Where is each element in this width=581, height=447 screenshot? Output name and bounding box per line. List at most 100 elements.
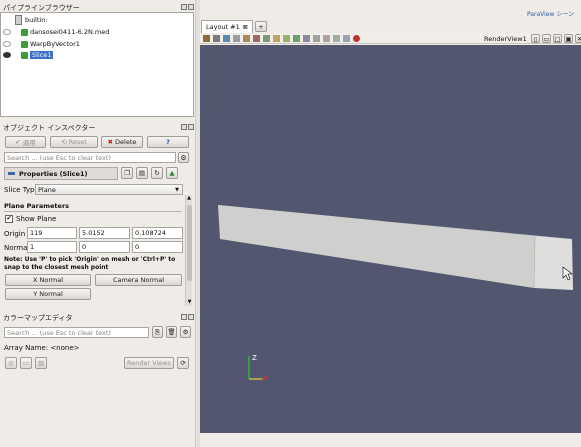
rescale-custom-icon[interactable]: ▭	[20, 357, 32, 369]
render-view[interactable]: Z	[200, 45, 581, 433]
colormap-title-text: カラーマップエディタ	[3, 314, 73, 322]
render-view-name-text: RenderView1	[484, 35, 527, 43]
save-icon[interactable]: ⎘	[152, 326, 163, 338]
pipeline-tree[interactable]: builtin: dansosei0411-6.2N.med WarpByVec…	[0, 12, 194, 117]
view-z-icon[interactable]	[253, 35, 260, 42]
tab-layout-1[interactable]: Layout #1 ⊠	[201, 20, 253, 33]
zoom-box-icon[interactable]	[223, 35, 230, 42]
render-views-button[interactable]: Render Views	[124, 357, 174, 369]
origin-z-input[interactable]: 0.108724	[132, 227, 183, 239]
float-dock-button[interactable]	[181, 314, 187, 320]
filter-icon	[21, 51, 28, 59]
clear-selection-icon[interactable]	[353, 35, 360, 42]
auto-update-icon[interactable]: ⟳	[177, 357, 189, 369]
normal-y-input[interactable]: 0	[79, 241, 130, 253]
select-frustum-icon[interactable]	[293, 35, 300, 42]
slice-end-face	[534, 236, 573, 290]
inspector-search-input[interactable]: Search ... (use Esc to clear text)	[4, 152, 176, 163]
camera-normal-button[interactable]: Camera Normal	[95, 274, 182, 286]
slice-type-select[interactable]: Plane ▼	[35, 184, 183, 195]
restore-icon[interactable]: ▣	[564, 34, 573, 43]
eye-closed-icon[interactable]	[3, 41, 11, 47]
close-dock-button[interactable]	[188, 4, 194, 10]
delete-icon: ✖	[107, 138, 114, 146]
tree-item-med[interactable]: dansosei0411-6.2N.med	[3, 27, 109, 37]
checkbox-checked-icon[interactable]: ✔	[5, 215, 13, 223]
zoom-data-icon[interactable]	[213, 35, 220, 42]
apply-button[interactable]: ✔ 適用	[5, 136, 46, 148]
split-horizontal-icon[interactable]: ▯	[531, 34, 540, 43]
eye-open-icon[interactable]	[3, 52, 11, 58]
normal-y-value: 0	[82, 243, 87, 251]
grow-selection-icon[interactable]	[333, 35, 340, 42]
paste-icon[interactable]: ▤	[136, 167, 148, 179]
origin-x-value: 119	[30, 229, 43, 237]
reset-camera-icon[interactable]	[203, 35, 210, 42]
tree-item-builtin[interactable]: builtin:	[15, 15, 48, 25]
pick-note: Note: Use 'P' to pick 'Origin' on mesh o…	[4, 256, 182, 272]
render-view-toolbar: RenderView1 ▯ ▭ □ ▣ ✕	[200, 33, 581, 44]
interactive-select-icon[interactable]	[313, 35, 320, 42]
origin-y-input[interactable]: 5.0152	[79, 227, 130, 239]
scrollbar-thumb[interactable]	[187, 205, 192, 281]
reset-icon: ⟲	[61, 138, 67, 146]
close-view-icon[interactable]: ✕	[575, 34, 581, 43]
view-x-icon[interactable]	[233, 35, 240, 42]
close-tab-icon[interactable]: ⊠	[243, 24, 248, 31]
help-button[interactable]: ?	[147, 136, 189, 148]
reset-button[interactable]: ⟲ Reset	[50, 136, 98, 148]
float-dock-button[interactable]	[181, 124, 187, 130]
tree-item-warp[interactable]: WarpByVector1	[3, 39, 80, 49]
origin-x-input[interactable]: 119	[27, 227, 77, 239]
show-plane-checkbox[interactable]: ✔ Show Plane	[5, 215, 56, 223]
origin-label: Origin	[4, 230, 25, 238]
advanced-gear-button[interactable]: ⚙	[178, 152, 189, 163]
view-y-icon[interactable]	[243, 35, 250, 42]
rotate-icon[interactable]	[263, 35, 270, 42]
add-tab-button[interactable]: +	[255, 21, 267, 32]
copy-icon[interactable]: ❐	[121, 167, 133, 179]
close-dock-button[interactable]	[188, 314, 194, 320]
properties-header[interactable]: Properties (Slice1)	[4, 167, 118, 180]
save-default-icon[interactable]: ▲	[166, 167, 178, 179]
select-points-icon[interactable]	[283, 35, 290, 42]
chevron-down-icon: ▼	[175, 186, 179, 193]
inspector-scrollbar[interactable]: ▲ ▼	[185, 195, 192, 306]
trash-icon[interactable]: 🗑	[166, 326, 177, 338]
tree-item-label: dansosei0411-6.2N.med	[30, 28, 110, 36]
render-views-label: Render Views	[126, 359, 172, 367]
slice-type-value: Plane	[38, 185, 56, 194]
scroll-up-arrow[interactable]: ▲	[186, 195, 192, 202]
float-dock-button[interactable]	[181, 4, 187, 10]
gear-icon[interactable]: ⚙	[180, 326, 191, 338]
plane-params-divider	[4, 211, 182, 212]
hover-points-icon[interactable]	[323, 35, 330, 42]
split-vertical-icon[interactable]: ▭	[542, 34, 551, 43]
search-placeholder: Search ... (use Esc to clear text)	[7, 328, 111, 337]
maximize-icon[interactable]: □	[553, 34, 562, 43]
rescale-icon[interactable]: ◎	[5, 357, 17, 369]
shrink-selection-icon[interactable]	[343, 35, 350, 42]
eye-closed-icon[interactable]	[3, 29, 11, 35]
colormap-search-input[interactable]: Search ... (use Esc to clear text)	[4, 327, 149, 338]
rescale-visible-icon[interactable]: ▥	[35, 357, 47, 369]
colormap-editor-title: カラーマップエディタ	[3, 313, 73, 323]
scroll-down-arrow[interactable]: ▼	[186, 299, 193, 306]
collapse-icon	[8, 172, 15, 175]
select-cells-icon[interactable]	[273, 35, 280, 42]
select-block-icon[interactable]	[303, 35, 310, 42]
normal-x-input[interactable]: 1	[27, 241, 77, 253]
close-dock-button[interactable]	[188, 124, 194, 130]
delete-button[interactable]: ✖ Delete	[101, 136, 143, 148]
tree-item-slice[interactable]: Slice1	[3, 50, 54, 60]
camera-tools	[203, 35, 360, 42]
slice-type-text: Slice Type	[4, 186, 39, 194]
view-split-buttons: ▯ ▭ □ ▣ ✕	[531, 34, 581, 43]
y-normal-button[interactable]: Y Normal	[5, 288, 91, 300]
x-normal-button[interactable]: X Normal	[5, 274, 91, 286]
reload-icon[interactable]: ↻	[151, 167, 163, 179]
filter-icon	[21, 40, 28, 48]
plane-parameters-heading: Plane Parameters	[4, 202, 69, 210]
source-icon	[21, 28, 28, 36]
normal-z-input[interactable]: 0	[132, 241, 183, 253]
